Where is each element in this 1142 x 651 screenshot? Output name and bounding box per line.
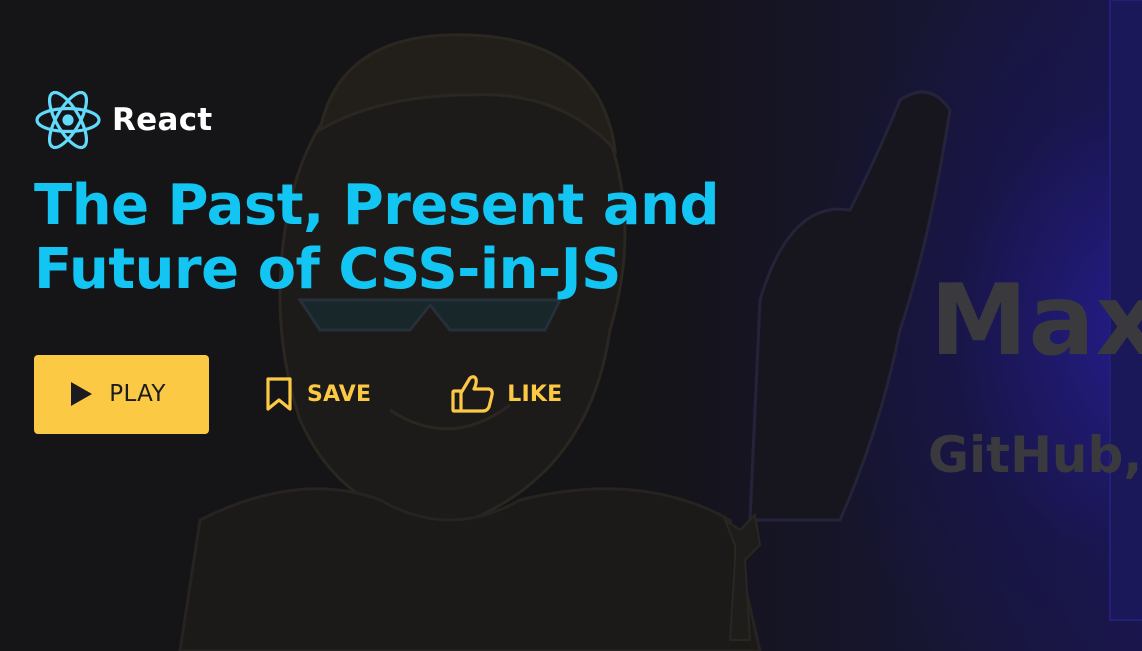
backdrop-name-text: Max bbox=[930, 264, 1142, 378]
video-hero: Max GitHub, React The Past, Present and … bbox=[0, 0, 1142, 651]
backdrop-sub-text: GitHub, bbox=[928, 426, 1142, 484]
action-bar: PLAY SAVE LIKE bbox=[34, 354, 794, 434]
play-button[interactable]: PLAY bbox=[34, 354, 209, 434]
thumbs-up-icon bbox=[451, 375, 495, 413]
video-title: The Past, Present and Future of CSS-in-J… bbox=[34, 173, 720, 302]
save-button[interactable]: SAVE bbox=[263, 355, 371, 434]
like-button-label: LIKE bbox=[507, 381, 563, 407]
brand: React bbox=[34, 88, 794, 152]
save-button-label: SAVE bbox=[307, 381, 372, 407]
play-icon bbox=[71, 382, 93, 406]
play-button-label: PLAY bbox=[109, 381, 166, 407]
hero-content: React The Past, Present and Future of CS… bbox=[34, 88, 794, 434]
react-logo-icon bbox=[35, 90, 101, 150]
bookmark-icon bbox=[266, 377, 292, 411]
brand-name: React bbox=[112, 102, 213, 138]
like-button[interactable]: LIKE bbox=[451, 355, 562, 434]
